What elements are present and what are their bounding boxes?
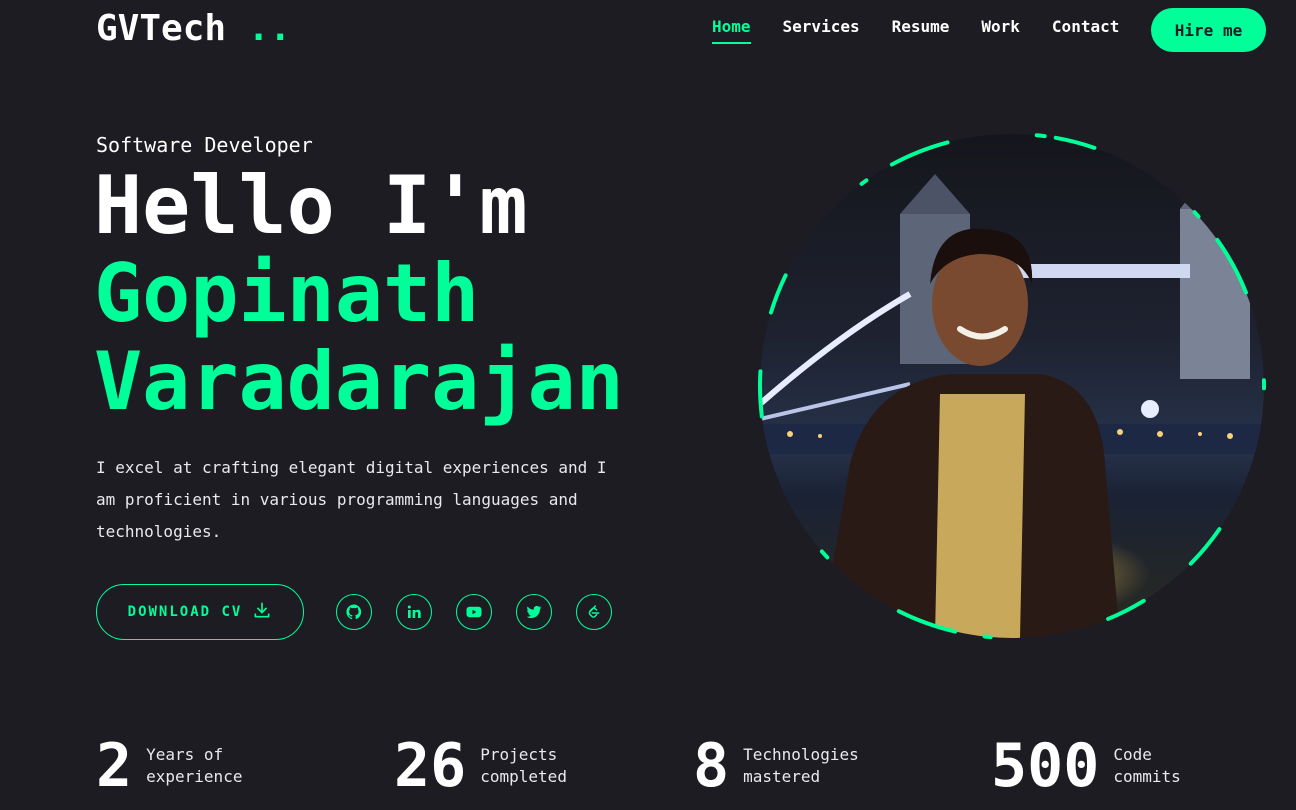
stat-label: Projects completed (480, 745, 567, 786)
leetcode-icon[interactable] (576, 594, 612, 630)
nav-services[interactable]: Services (783, 17, 860, 44)
stat-value: 2 (96, 731, 133, 801)
nav-work[interactable]: Work (981, 17, 1020, 44)
hero-description: I excel at crafting elegant digital expe… (96, 458, 607, 541)
hire-me-button[interactable]: Hire me (1151, 8, 1266, 52)
download-cv-label: DOWNLOAD CV (127, 604, 243, 620)
stat-commits: 500 Code commits (991, 732, 1203, 800)
download-cv-button[interactable]: DOWNLOAD CV (96, 584, 304, 640)
github-icon[interactable] (336, 594, 372, 630)
stat-label: Technologies mastered (743, 745, 859, 786)
twitter-icon[interactable] (516, 594, 552, 630)
nav-contact[interactable]: Contact (1052, 17, 1119, 44)
nav-home[interactable]: Home (712, 17, 751, 44)
page: GVTech .. Home Services Resume Work Cont… (0, 0, 1296, 810)
logo-dots: .. (247, 8, 292, 49)
stat-technologies: 8 Technologies mastered (693, 732, 883, 800)
download-icon (252, 600, 272, 624)
main-nav: Home Services Resume Work Contact (712, 17, 1119, 44)
name-last: Varadarajan (94, 335, 624, 428)
logo-text: GVTech (96, 8, 227, 49)
social-links (336, 594, 612, 630)
stat-experience: 2 Years of experience (96, 732, 276, 800)
stat-projects: 26 Projects completed (394, 732, 610, 800)
youtube-icon[interactable] (456, 594, 492, 630)
profile-photo-frame (756, 130, 1268, 642)
name-heading: Gopinath Varadarajan (94, 250, 624, 426)
stat-value: 500 (991, 731, 1100, 801)
greeting-heading: Hello I'm (94, 159, 528, 252)
dashed-accent-ring (758, 132, 1266, 640)
stat-value: 8 (693, 731, 730, 801)
linkedin-icon[interactable] (396, 594, 432, 630)
stat-label: Code commits (1113, 745, 1181, 786)
nav-resume[interactable]: Resume (892, 17, 950, 44)
stat-label: Years of experience (146, 745, 243, 786)
role-title: Software Developer (96, 133, 313, 157)
name-first: Gopinath (94, 247, 480, 340)
logo[interactable]: GVTech .. (96, 8, 291, 49)
stat-value: 26 (394, 731, 467, 801)
